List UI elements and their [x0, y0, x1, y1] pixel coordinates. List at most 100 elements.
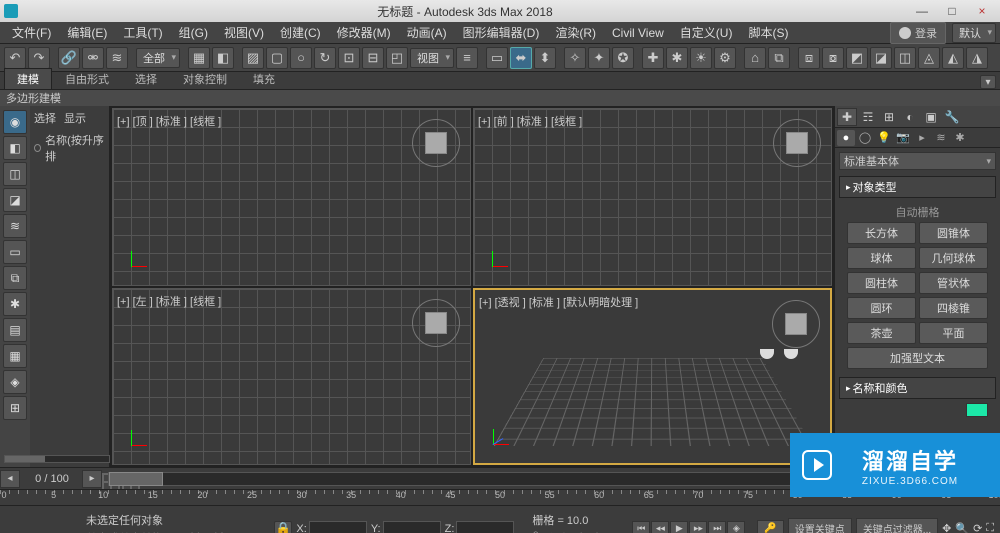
display-tab-icon[interactable]: ▣ [921, 108, 941, 126]
filter-hidden-icon[interactable]: ▦ [3, 344, 27, 368]
tool-icon[interactable]: ▦ [188, 47, 210, 69]
filter-geometry-icon[interactable]: ◧ [3, 136, 27, 160]
scene-name-header[interactable]: 名称(按升序排 [34, 132, 105, 164]
rotate-tool[interactable]: ⬌ [510, 47, 532, 69]
set-key-button[interactable]: 设置关键点 [788, 518, 852, 533]
ribbon-tab-selection[interactable]: 选择 [122, 68, 170, 89]
create-cylinder-button[interactable]: 圆柱体 [847, 272, 916, 294]
viewcube[interactable] [416, 123, 456, 163]
filter-spacewarps-icon[interactable]: ⧉ [3, 266, 27, 290]
cameras-icon[interactable]: 📷 [894, 130, 912, 146]
shapes-icon[interactable]: ◯ [856, 130, 874, 146]
tool-icon[interactable]: ◮ [966, 47, 988, 69]
add-time-tag-label[interactable]: 添加时间标记 [550, 530, 616, 533]
menu-maxscript[interactable]: 脚本(S) [740, 22, 796, 43]
tool-icon[interactable]: ⌂ [744, 47, 766, 69]
login-button[interactable]: 登录 [890, 22, 946, 44]
menu-rendering[interactable]: 渲染(R) [547, 22, 604, 43]
selection-filter-dropdown[interactable]: 全部 [136, 48, 180, 68]
create-sphere-button[interactable]: 球体 [847, 247, 916, 269]
rollout-object-type[interactable]: 对象类型 [839, 176, 996, 198]
close-button[interactable]: × [968, 2, 996, 20]
create-pyramid-button[interactable]: 四棱锥 [919, 297, 988, 319]
timeline-right-button[interactable]: ▸ [82, 470, 102, 488]
tool-icon[interactable]: ⊡ [338, 47, 360, 69]
ribbon-tab-object[interactable]: 对象控制 [170, 68, 240, 89]
create-tube-button[interactable]: 管状体 [919, 272, 988, 294]
scene-explorer-scrollbar[interactable] [4, 455, 110, 463]
x-input[interactable] [309, 521, 367, 533]
refcoord-dropdown[interactable]: 视图 [410, 48, 454, 68]
next-frame-button[interactable]: ▸▸ [689, 521, 707, 533]
goto-end-button[interactable]: ⏭ [708, 521, 726, 533]
create-box-button[interactable]: 长方体 [847, 222, 916, 244]
create-plane-button[interactable]: 平面 [919, 322, 988, 344]
ribbon-tab-freeform[interactable]: 自由形式 [52, 68, 122, 89]
viewcube[interactable] [416, 303, 456, 343]
create-geosphere-button[interactable]: 几何球体 [919, 247, 988, 269]
menu-group[interactable]: 组(G) [171, 22, 216, 43]
link-button[interactable]: 🔗 [58, 47, 80, 69]
time-slider-thumb[interactable] [109, 472, 163, 486]
menu-grapheditors[interactable]: 图形编辑器(D) [455, 22, 548, 43]
tool-icon[interactable]: ◫ [894, 47, 916, 69]
tool-icon[interactable]: ✚ [642, 47, 664, 69]
viewport-perspective[interactable]: [+] [透视 ] [标准 ] [默认明暗处理 ] [473, 288, 832, 466]
steering-wheel-icon[interactable] [760, 349, 798, 359]
spacewarps-icon[interactable]: ≋ [932, 130, 950, 146]
tool-icon[interactable]: ✦ [588, 47, 610, 69]
motion-tab-icon[interactable]: ◐ [900, 108, 920, 126]
create-cone-button[interactable]: 圆锥体 [919, 222, 988, 244]
viewcube[interactable] [776, 304, 816, 344]
tool-icon[interactable]: ◧ [212, 47, 234, 69]
menu-edit[interactable]: 编辑(E) [59, 22, 115, 43]
filter-all-icon[interactable]: ◉ [3, 110, 27, 134]
nav-zoom-button[interactable]: 🔍 [955, 522, 969, 533]
geometry-icon[interactable]: ● [837, 130, 855, 146]
tool-icon[interactable]: ◭ [942, 47, 964, 69]
move-tool[interactable]: ▭ [486, 47, 508, 69]
tool-icon[interactable]: ▢ [266, 47, 288, 69]
rollout-name-color[interactable]: 名称和颜色 [839, 377, 996, 399]
object-color-swatch[interactable] [966, 403, 988, 417]
viewcube[interactable] [777, 123, 817, 163]
maximize-button[interactable]: □ [938, 2, 966, 20]
scene-tab-display[interactable]: 显示 [64, 110, 86, 126]
tool-icon[interactable]: ◬ [918, 47, 940, 69]
ribbon-collapse-button[interactable]: ▾ [980, 75, 996, 89]
viewport-top[interactable]: [+] [顶 ] [标准 ] [线框 ] [112, 108, 471, 286]
menu-civilview[interactable]: Civil View [604, 24, 672, 42]
tool-icon[interactable]: ◰ [386, 47, 408, 69]
prev-frame-button[interactable]: ◂◂ [651, 521, 669, 533]
nav-maximize-button[interactable]: ⛶ [986, 522, 994, 533]
key-filters-button[interactable]: 关键点过滤器... [856, 518, 938, 533]
filter-shapes-icon[interactable]: ◫ [3, 162, 27, 186]
ribbon-tab-modeling[interactable]: 建模 [4, 68, 52, 89]
timeline-left-button[interactable]: ◂ [0, 470, 20, 488]
menu-views[interactable]: 视图(V) [216, 22, 272, 43]
autogrid-checkbox[interactable]: 自动栅格 [841, 202, 994, 222]
workspace-dropdown[interactable]: 默认 [952, 23, 996, 43]
undo-button[interactable]: ↶ [4, 47, 26, 69]
y-input[interactable] [383, 521, 441, 533]
filter-frozen-icon[interactable]: ◈ [3, 370, 27, 394]
viewport-front[interactable]: [+] [前 ] [标准 ] [线框 ] [473, 108, 832, 286]
create-tab-icon[interactable]: ✚ [837, 108, 857, 126]
filter-helpers-icon[interactable]: ▭ [3, 240, 27, 264]
autokey-button[interactable]: 🔑 [757, 520, 783, 533]
systems-icon[interactable]: ✱ [951, 130, 969, 146]
menu-create[interactable]: 创建(C) [272, 22, 329, 43]
tool-icon[interactable]: ≡ [456, 47, 478, 69]
tool-icon[interactable]: ◩ [846, 47, 868, 69]
viewport-label[interactable]: [+] [左 ] [标准 ] [线框 ] [117, 293, 221, 309]
tool-icon[interactable]: ⊟ [362, 47, 384, 69]
primitive-type-dropdown[interactable]: 标准基本体 [839, 152, 996, 170]
key-mode-button[interactable]: ◈ [727, 521, 745, 533]
scale-tool[interactable]: ⬍ [534, 47, 556, 69]
play-button[interactable]: ▶ [670, 521, 688, 533]
redo-button[interactable]: ↷ [28, 47, 50, 69]
hierarchy-tab-icon[interactable]: ⊞ [879, 108, 899, 126]
unlink-button[interactable]: ⚮ [82, 47, 104, 69]
tool-icon[interactable]: ○ [290, 47, 312, 69]
tool-icon[interactable]: ✧ [564, 47, 586, 69]
